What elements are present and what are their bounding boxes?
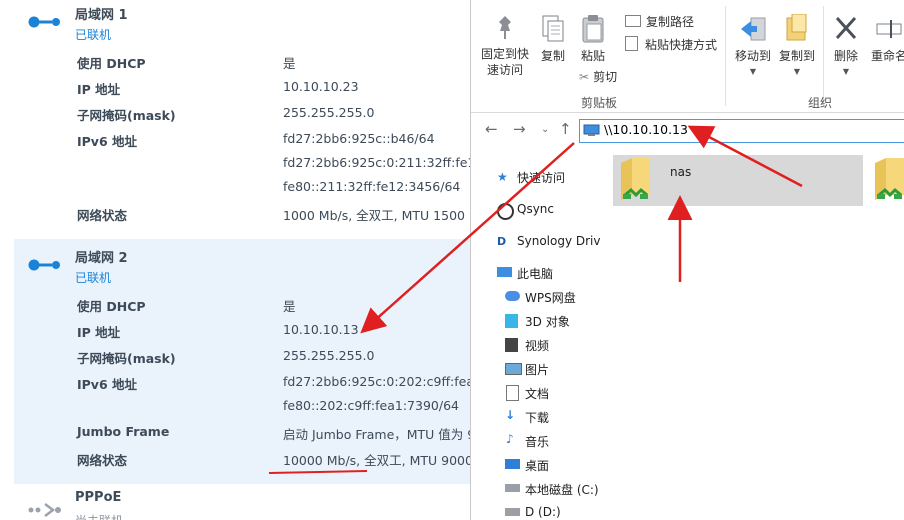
annotation-underline-speed: [268, 470, 368, 474]
annotation-arrow-to-address: [687, 125, 803, 188]
annotation-overlay: [268, 125, 803, 474]
annotation-arrow-to-ip: [360, 142, 575, 334]
